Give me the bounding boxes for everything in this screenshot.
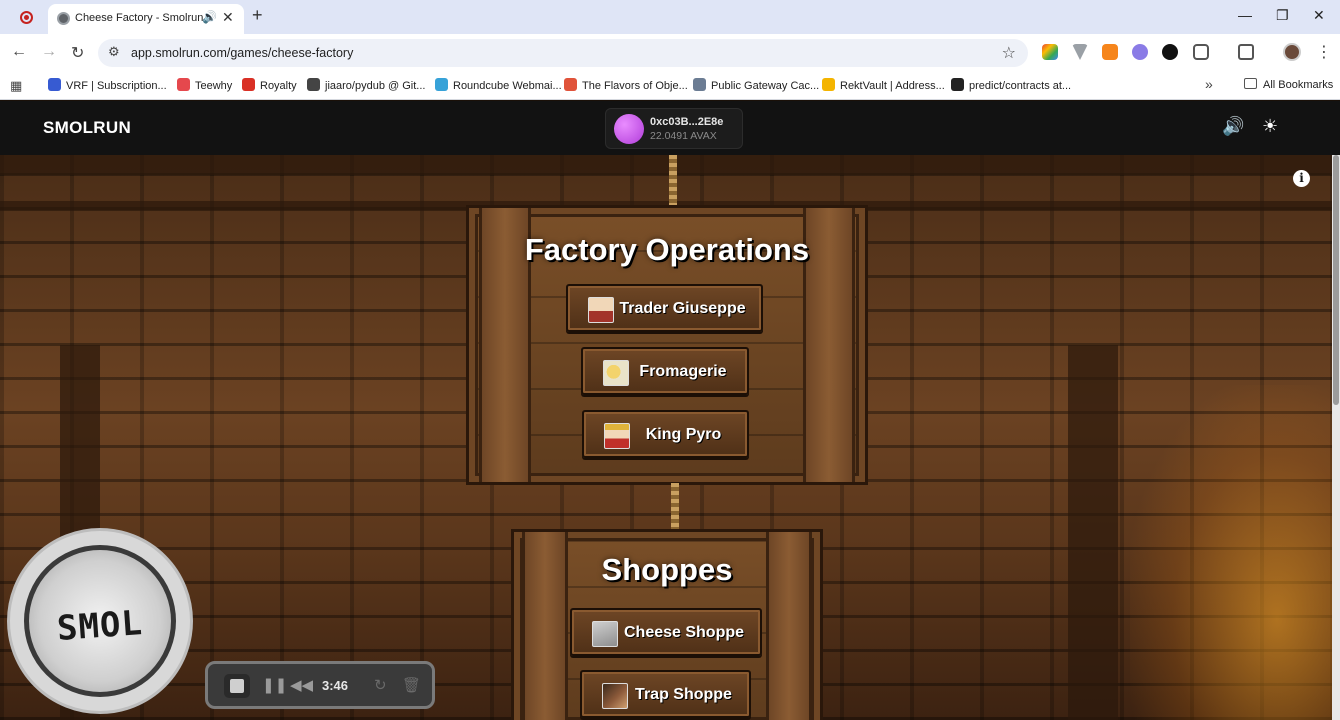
rewind-icon[interactable]: ◀◀ bbox=[290, 676, 313, 694]
bookmark-item[interactable]: VRF | Subscription... bbox=[48, 78, 167, 94]
browser-tab-bar: Cheese Factory - Smolrun 🔊 ✕ + — ❐ ✕ bbox=[0, 0, 1340, 34]
bookmark-favicon-icon bbox=[307, 78, 320, 91]
wallet-address: 0xc03B...2E8e bbox=[650, 116, 724, 128]
extension-icon[interactable] bbox=[1042, 44, 1058, 60]
page-scrollbar[interactable] bbox=[1332, 155, 1340, 720]
lantern-glow bbox=[1130, 385, 1332, 720]
bookmark-star-icon[interactable]: ☆ bbox=[1002, 43, 1016, 63]
game-scene: Factory Operations Trader Giuseppe Froma… bbox=[0, 155, 1332, 720]
bookmark-item[interactable]: Teewhy bbox=[177, 78, 232, 94]
wallet-avatar bbox=[614, 114, 644, 144]
bookmark-favicon-icon bbox=[951, 78, 964, 91]
minimize-icon[interactable]: — bbox=[1238, 7, 1252, 23]
trap-shoppe-button[interactable]: Trap Shoppe bbox=[580, 670, 751, 718]
tab-favicon-icon bbox=[57, 12, 70, 25]
pause-icon[interactable]: ❚❚ bbox=[262, 676, 287, 694]
extension-icon[interactable] bbox=[1132, 44, 1148, 60]
apps-grid-icon[interactable]: ▦ bbox=[10, 78, 22, 94]
bookmark-favicon-icon bbox=[693, 78, 706, 91]
bookmark-item[interactable]: Roundcube Webmai... bbox=[435, 78, 562, 94]
bookmark-favicon-icon bbox=[435, 78, 448, 91]
forward-icon[interactable]: → bbox=[41, 43, 57, 61]
metamask-icon[interactable] bbox=[1102, 44, 1118, 60]
bookmark-item[interactable]: predict/contracts at... bbox=[951, 78, 1071, 94]
wall-post bbox=[1068, 345, 1118, 720]
bookmark-item[interactable]: Royalty bbox=[242, 78, 297, 94]
bookmark-item[interactable]: Public Gateway Cac... bbox=[693, 78, 819, 94]
tab-search-icon[interactable] bbox=[1238, 44, 1254, 60]
profile-avatar[interactable] bbox=[1283, 43, 1301, 61]
cheese-shoppe-button[interactable]: Cheese Shoppe bbox=[570, 608, 762, 656]
site-info-icon[interactable]: ⚙ bbox=[108, 44, 120, 60]
new-tab-icon[interactable]: + bbox=[252, 5, 263, 26]
stop-recording-button[interactable] bbox=[224, 674, 250, 698]
theme-sun-icon[interactable]: ☀ bbox=[1262, 116, 1278, 137]
browser-menu-icon[interactable]: ⋮ bbox=[1316, 42, 1332, 62]
reload-icon[interactable]: ↻ bbox=[71, 43, 84, 63]
recording-timer: 3:46 bbox=[322, 678, 349, 693]
bookmark-favicon-icon bbox=[242, 78, 255, 91]
extension-icon[interactable] bbox=[1162, 44, 1178, 60]
tab-audio-icon[interactable]: 🔊 bbox=[202, 10, 217, 24]
window-close-icon[interactable]: ✕ bbox=[1313, 7, 1325, 24]
bookmark-item[interactable]: The Flavors of Obje... bbox=[564, 78, 688, 94]
bookmark-item[interactable]: RektVault | Address... bbox=[822, 78, 945, 94]
info-icon[interactable]: i bbox=[1293, 170, 1310, 187]
restore-icon[interactable]: ❐ bbox=[1276, 7, 1289, 24]
extensions-puzzle-icon[interactable] bbox=[1193, 44, 1209, 60]
delete-icon[interactable]: 🗑 bbox=[402, 676, 421, 694]
bookmark-favicon-icon bbox=[564, 78, 577, 91]
wallet-balance: 22.0491 AVAX bbox=[650, 130, 717, 142]
bookmarks-overflow-icon[interactable]: » bbox=[1205, 76, 1213, 92]
folder-icon bbox=[1244, 78, 1257, 89]
back-icon[interactable]: ← bbox=[11, 43, 27, 61]
smol-coin-logo: SMOL bbox=[24, 545, 176, 697]
recording-indicator-icon bbox=[20, 11, 33, 24]
recording-controls: ❚❚ ◀◀ 3:46 ↻ 🗑 bbox=[205, 661, 435, 709]
tab-close-icon[interactable]: ✕ bbox=[222, 9, 234, 26]
factory-operations-title: Factory Operations bbox=[524, 232, 810, 267]
wallet-button[interactable]: 0xc03B...2E8e 22.0491 AVAX bbox=[605, 108, 743, 149]
smolrun-logo[interactable]: SMOLRUN bbox=[43, 118, 131, 138]
sign-rope bbox=[669, 155, 677, 207]
address-bar[interactable]: ⚙ app.smolrun.com/games/cheese-factory ☆ bbox=[98, 39, 1028, 67]
bookmark-favicon-icon bbox=[177, 78, 190, 91]
restart-icon[interactable]: ↻ bbox=[374, 676, 387, 694]
shoppes-title: Shoppes bbox=[601, 552, 733, 587]
browser-toolbar: ← → ↻ ⚙ app.smolrun.com/games/cheese-fac… bbox=[0, 34, 1340, 71]
ceiling-beam bbox=[0, 155, 1332, 175]
bookmarks-bar: ▦ VRF | Subscription... Teewhy Royalty j… bbox=[0, 71, 1340, 100]
bookmark-favicon-icon bbox=[822, 78, 835, 91]
browser-tab-active[interactable]: Cheese Factory - Smolrun 🔊 ✕ bbox=[48, 4, 244, 34]
tab-title: Cheese Factory - Smolrun bbox=[75, 12, 204, 24]
bookmark-item[interactable]: jiaaro/pydub @ Git... bbox=[307, 78, 425, 94]
all-bookmarks-button[interactable]: All Bookmarks bbox=[1244, 78, 1333, 91]
trader-giuseppe-button[interactable]: Trader Giuseppe bbox=[566, 284, 763, 332]
extension-icon[interactable] bbox=[1072, 44, 1088, 60]
sign-rope bbox=[671, 483, 679, 531]
webcam-overlay: SMOL bbox=[7, 528, 193, 714]
smol-coin-text: SMOL bbox=[55, 603, 145, 649]
king-pyro-button[interactable]: King Pyro bbox=[582, 410, 749, 458]
app-header: SMOLRUN 0xc03B...2E8e 22.0491 AVAX 🔊 ☀ bbox=[0, 101, 1340, 155]
url-text: app.smolrun.com/games/cheese-factory bbox=[131, 46, 354, 60]
fromagerie-button[interactable]: Fromagerie bbox=[581, 347, 749, 395]
bookmark-favicon-icon bbox=[48, 78, 61, 91]
sound-icon[interactable]: 🔊 bbox=[1222, 116, 1244, 137]
